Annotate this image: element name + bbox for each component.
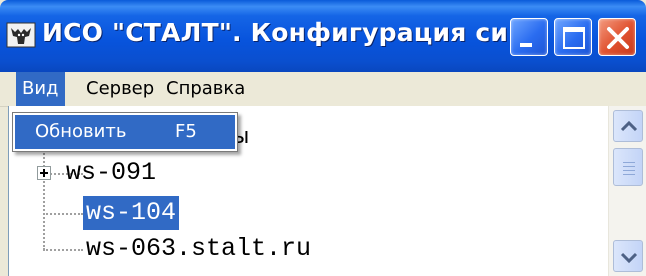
close-icon — [607, 27, 629, 49]
refresh-shortcut: F5 — [175, 121, 197, 142]
menu-server[interactable]: Сервер — [80, 72, 160, 106]
tree-connector — [43, 146, 45, 250]
expand-plus-icon[interactable] — [37, 166, 51, 180]
tree-connector — [43, 249, 83, 251]
title-bar[interactable]: ИСО "СТАЛТ". Конфигурация си... — [0, 0, 646, 72]
minimize-button[interactable] — [510, 18, 548, 56]
menu-item-refresh[interactable]: Обновить F5 — [15, 115, 235, 149]
menu-view[interactable]: Вид — [16, 72, 65, 106]
vertical-scrollbar[interactable] — [608, 106, 646, 276]
scroll-up-button[interactable] — [613, 110, 643, 142]
scroll-thumb[interactable] — [613, 148, 643, 186]
chevron-down-icon — [620, 252, 638, 264]
tree-node-ws-063[interactable]: ws-063.stalt.ru — [83, 232, 314, 266]
tree-connector — [43, 213, 83, 215]
maximize-icon — [563, 27, 585, 49]
refresh-label: Обновить — [35, 121, 127, 142]
chevron-up-icon — [620, 120, 638, 132]
window-title: ИСО "СТАЛТ". Конфигурация си... — [42, 18, 538, 47]
close-button[interactable] — [598, 18, 636, 56]
menu-help[interactable]: Справка — [160, 72, 251, 106]
maximize-button[interactable] — [554, 18, 592, 56]
tree-node-ws-091[interactable]: ws-091 — [63, 156, 159, 190]
minimize-icon — [520, 43, 532, 47]
moose-app-icon[interactable] — [6, 20, 36, 50]
view-dropdown-menu: Обновить F5 — [12, 112, 238, 152]
scroll-down-button[interactable] — [613, 240, 643, 272]
menu-bar: Вид Сервер Справка — [0, 72, 646, 107]
tree-node-ws-104[interactable]: ws-104 — [83, 196, 180, 230]
